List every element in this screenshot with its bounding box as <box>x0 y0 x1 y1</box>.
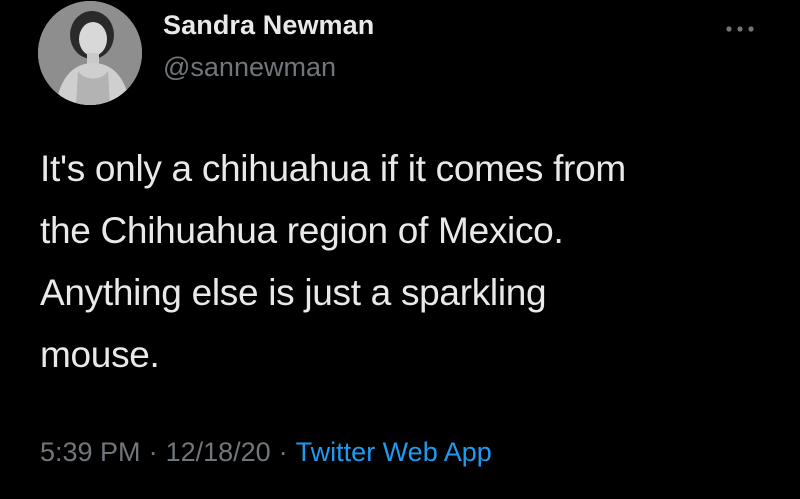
separator: · <box>148 437 158 467</box>
tweet-metadata: 5:39 PM · 12/18/20 · Twitter Web App <box>40 437 492 468</box>
tweet-text: It's only a chihuahua if it comes from t… <box>40 138 760 386</box>
tweet-time[interactable]: 5:39 PM <box>40 437 141 467</box>
tweet-text-line: Anything else is just a sparkling <box>40 272 547 313</box>
tweet-source-link[interactable]: Twitter Web App <box>296 437 492 467</box>
separator: · <box>278 437 288 467</box>
profile-photo-icon <box>38 1 142 105</box>
tweet-text-line: It's only a chihuahua if it comes from <box>40 148 626 189</box>
tweet-text-line: mouse. <box>40 334 160 375</box>
more-horizontal-icon <box>726 26 754 32</box>
author-name[interactable]: Sandra Newman <box>163 10 374 41</box>
tweet-date[interactable]: 12/18/20 <box>166 437 271 467</box>
tweet-text-line: the Chihuahua region of Mexico. <box>40 210 564 251</box>
tweet-card: Sandra Newman @sannewman It's only a chi… <box>0 0 800 499</box>
author-handle[interactable]: @sannewman <box>163 52 336 83</box>
avatar[interactable] <box>38 1 142 105</box>
more-options-button[interactable] <box>720 14 760 44</box>
